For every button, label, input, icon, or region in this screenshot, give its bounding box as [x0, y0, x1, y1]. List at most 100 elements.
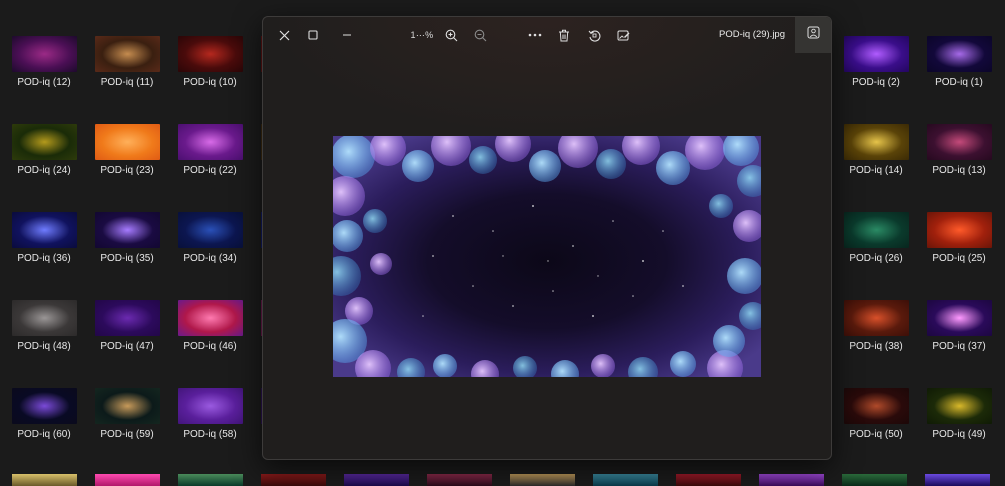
gallery-thumbnail	[11, 36, 77, 72]
gallery-thumbnail-partial[interactable]	[593, 474, 658, 486]
photo-viewer-window: 1⋯% POD-iq (29).jpg	[262, 16, 832, 460]
minimize-icon	[342, 30, 352, 40]
gallery-item[interactable]: POD-iq (13)	[919, 124, 999, 176]
gallery-item-label: POD-iq (24)	[17, 165, 71, 176]
gallery-item-label: POD-iq (2)	[852, 77, 900, 88]
zoom-out-icon	[474, 29, 487, 42]
gallery-item[interactable]: POD-iq (37)	[919, 300, 999, 352]
gallery-thumbnail-partial[interactable]	[261, 474, 326, 486]
gallery-item[interactable]: POD-iq (14)	[836, 124, 916, 176]
gallery-thumbnail	[177, 36, 243, 72]
gallery-item[interactable]: POD-iq (35)	[87, 212, 167, 264]
gallery-thumbnail-partial[interactable]	[344, 474, 409, 486]
gallery-thumbnail-partial[interactable]	[510, 474, 575, 486]
gallery-thumbnail	[94, 124, 160, 160]
zoom-level-text: 1⋯%	[410, 29, 434, 40]
edit-image-icon	[617, 29, 630, 42]
minimize-button[interactable]	[334, 21, 360, 49]
gallery-thumbnail	[843, 388, 909, 424]
gallery-item[interactable]: POD-iq (26)	[836, 212, 916, 264]
gallery-thumbnail	[926, 124, 992, 160]
gallery-thumbnail	[843, 36, 909, 72]
gallery-item[interactable]: POD-iq (22)	[170, 124, 250, 176]
file-name: POD-iq (29).jpg	[719, 29, 785, 40]
gallery-item[interactable]: POD-iq (12)	[4, 36, 84, 88]
gallery-item[interactable]: POD-iq (25)	[919, 212, 999, 264]
gallery-item[interactable]: POD-iq (47)	[87, 300, 167, 352]
gallery-item[interactable]: POD-iq (60)	[4, 388, 84, 440]
delete-button[interactable]	[552, 21, 576, 49]
gallery-thumbnail	[926, 388, 992, 424]
gallery-thumbnail	[11, 212, 77, 248]
gallery-thumbnail-partial[interactable]	[178, 474, 243, 486]
gallery-item-label: POD-iq (59)	[100, 429, 154, 440]
gallery-thumbnail-partial[interactable]	[676, 474, 741, 486]
gallery-item-label: POD-iq (58)	[183, 429, 237, 440]
gallery-item[interactable]: POD-iq (34)	[170, 212, 250, 264]
gallery-thumbnail-partial[interactable]	[759, 474, 824, 486]
gallery-item[interactable]: POD-iq (58)	[170, 388, 250, 440]
image-info-button[interactable]	[795, 17, 831, 53]
zoom-in-icon	[445, 29, 458, 42]
zoom-level-button[interactable]: 1⋯%	[409, 21, 435, 49]
gallery-thumbnail	[94, 36, 160, 72]
gallery-item-label: POD-iq (23)	[100, 165, 154, 176]
gallery-thumbnail-partial[interactable]	[427, 474, 492, 486]
delete-icon	[558, 29, 570, 42]
gallery-thumbnail	[843, 124, 909, 160]
gallery-item[interactable]: POD-iq (11)	[87, 36, 167, 88]
gallery-item-label: POD-iq (38)	[849, 341, 903, 352]
gallery-item[interactable]: POD-iq (49)	[919, 388, 999, 440]
rotate-icon	[588, 29, 601, 42]
gallery-thumbnail	[11, 388, 77, 424]
gallery-item-label: POD-iq (37)	[932, 341, 986, 352]
gallery-item-label: POD-iq (49)	[932, 429, 986, 440]
gallery-item[interactable]: POD-iq (1)	[919, 36, 999, 88]
gallery-item-label: POD-iq (25)	[932, 253, 986, 264]
gallery-thumbnail-partial[interactable]	[95, 474, 160, 486]
gallery-thumbnail	[94, 212, 160, 248]
gallery-item[interactable]: POD-iq (48)	[4, 300, 84, 352]
gallery-item[interactable]: POD-iq (23)	[87, 124, 167, 176]
gallery-item-label: POD-iq (12)	[17, 77, 71, 88]
gallery-thumbnail	[11, 300, 77, 336]
maximize-button[interactable]	[300, 21, 326, 49]
gallery-thumbnail	[926, 36, 992, 72]
gallery-thumbnail	[843, 300, 909, 336]
gallery-item-label: POD-iq (34)	[183, 253, 237, 264]
gallery-item-label: POD-iq (26)	[849, 253, 903, 264]
rotate-button[interactable]	[582, 21, 606, 49]
gallery-item[interactable]: POD-iq (2)	[836, 36, 916, 88]
gallery-item-label: POD-iq (36)	[17, 253, 71, 264]
gallery-item-label: POD-iq (46)	[183, 341, 237, 352]
more-icon	[528, 33, 542, 37]
close-button[interactable]	[271, 21, 297, 49]
image-info-icon	[807, 26, 820, 44]
more-options-button[interactable]	[523, 21, 547, 49]
gallery-item[interactable]: POD-iq (38)	[836, 300, 916, 352]
gallery-item-label: POD-iq (10)	[183, 77, 237, 88]
close-icon	[279, 30, 290, 41]
gallery-item[interactable]: POD-iq (50)	[836, 388, 916, 440]
gallery-thumbnail-partial[interactable]	[842, 474, 907, 486]
gallery-thumbnail	[177, 212, 243, 248]
zoom-out-button[interactable]	[468, 21, 492, 49]
gallery-thumbnail	[843, 212, 909, 248]
gallery-item-label: POD-iq (50)	[849, 429, 903, 440]
gallery-thumbnail-partial[interactable]	[12, 474, 77, 486]
gallery-item-label: POD-iq (22)	[183, 165, 237, 176]
gallery-thumbnail	[94, 388, 160, 424]
gallery-thumbnail-partial[interactable]	[925, 474, 990, 486]
gallery-item[interactable]: POD-iq (24)	[4, 124, 84, 176]
gallery-item[interactable]: POD-iq (59)	[87, 388, 167, 440]
gallery-thumbnail	[177, 300, 243, 336]
gallery-item[interactable]: POD-iq (36)	[4, 212, 84, 264]
gallery-thumbnail	[177, 388, 243, 424]
zoom-in-button[interactable]	[439, 21, 463, 49]
gallery-item[interactable]: POD-iq (46)	[170, 300, 250, 352]
gallery-item-label: POD-iq (1)	[935, 77, 983, 88]
edit-image-button[interactable]	[611, 21, 635, 49]
gallery-item[interactable]: POD-iq (10)	[170, 36, 250, 88]
gallery-item-label: POD-iq (13)	[932, 165, 986, 176]
main-photo	[333, 136, 761, 377]
